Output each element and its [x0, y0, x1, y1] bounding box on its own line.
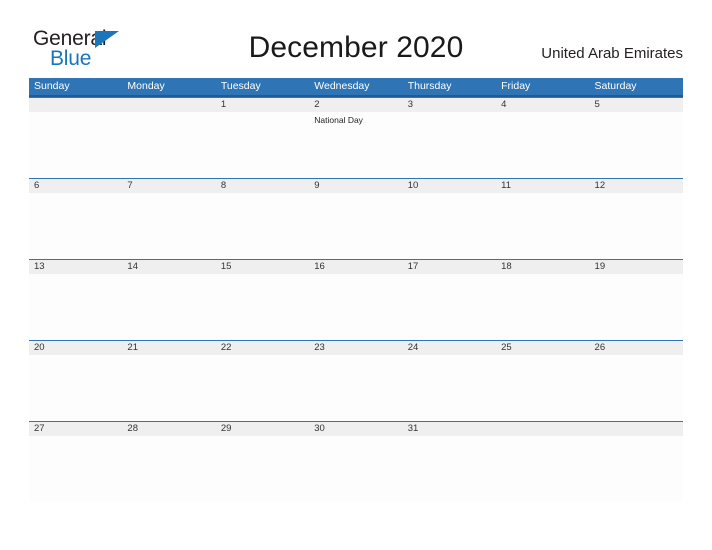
- day-number[interactable]: 24: [403, 341, 496, 355]
- day-event-cell[interactable]: [29, 436, 122, 502]
- week-event-row: [29, 436, 683, 502]
- event-label: National Day: [314, 115, 363, 125]
- day-event-cell[interactable]: [309, 274, 402, 340]
- page-header: General Blue December 2020 United Arab E…: [0, 0, 712, 78]
- week-date-band: 1 2 3 4 5: [29, 97, 683, 112]
- day-event-cell[interactable]: [29, 193, 122, 259]
- weekday-tuesday: Tuesday: [220, 80, 261, 92]
- week-event-row: [29, 274, 683, 340]
- week-date-band: 27 28 29 30 31: [29, 421, 683, 436]
- day-event-cell[interactable]: [590, 193, 683, 259]
- day-event-cell[interactable]: [403, 112, 496, 178]
- day-number[interactable]: 1: [216, 98, 309, 112]
- day-event-cell[interactable]: [122, 355, 215, 421]
- week-row: 27 28 29 30 31: [29, 421, 683, 502]
- week-row: 1 2 3 4 5 National Day: [29, 97, 683, 178]
- day-event-cell[interactable]: [122, 274, 215, 340]
- day-number[interactable]: 21: [122, 341, 215, 355]
- day-event-cell[interactable]: [403, 193, 496, 259]
- day-event-cell[interactable]: [496, 436, 589, 502]
- day-number[interactable]: [496, 422, 589, 436]
- day-event-cell[interactable]: [216, 112, 309, 178]
- day-number[interactable]: 19: [590, 260, 683, 274]
- day-number[interactable]: 3: [403, 98, 496, 112]
- day-number[interactable]: 15: [216, 260, 309, 274]
- weekday-thursday: Thursday: [407, 80, 452, 92]
- day-event-cell[interactable]: [29, 355, 122, 421]
- day-event-cell[interactable]: [122, 193, 215, 259]
- week-event-row: [29, 355, 683, 421]
- day-event-cell[interactable]: [496, 112, 589, 178]
- weekday-wednesday: Wednesday: [314, 80, 370, 92]
- day-event-cell[interactable]: [122, 436, 215, 502]
- day-number[interactable]: [590, 422, 683, 436]
- day-number[interactable]: 29: [216, 422, 309, 436]
- day-event-cell[interactable]: [309, 436, 402, 502]
- day-event-cell[interactable]: [590, 112, 683, 178]
- day-number[interactable]: 10: [403, 179, 496, 193]
- day-number[interactable]: 4: [496, 98, 589, 112]
- day-number[interactable]: 25: [496, 341, 589, 355]
- day-event-cell[interactable]: [496, 274, 589, 340]
- day-event-cell[interactable]: [29, 112, 122, 178]
- day-number[interactable]: 18: [496, 260, 589, 274]
- country-label: United Arab Emirates: [541, 45, 683, 62]
- weekday-friday: Friday: [501, 80, 531, 92]
- week-event-row: National Day: [29, 112, 683, 178]
- day-number[interactable]: 11: [496, 179, 589, 193]
- day-event-cell[interactable]: [403, 274, 496, 340]
- day-number[interactable]: 27: [29, 422, 122, 436]
- day-number[interactable]: 14: [122, 260, 215, 274]
- day-number[interactable]: 30: [309, 422, 402, 436]
- day-number[interactable]: 9: [309, 179, 402, 193]
- day-number[interactable]: 12: [590, 179, 683, 193]
- day-event-cell[interactable]: [496, 193, 589, 259]
- day-event-cell[interactable]: [590, 355, 683, 421]
- week-row: 20 21 22 23 24 25 26: [29, 340, 683, 421]
- weekday-saturday: Saturday: [594, 80, 637, 92]
- day-number[interactable]: 26: [590, 341, 683, 355]
- day-event-cell[interactable]: National Day: [309, 112, 402, 178]
- day-event-cell[interactable]: [496, 355, 589, 421]
- day-event-cell[interactable]: [216, 193, 309, 259]
- day-number[interactable]: 7: [122, 179, 215, 193]
- day-number[interactable]: 20: [29, 341, 122, 355]
- day-event-cell[interactable]: [403, 355, 496, 421]
- weekday-sunday: Sunday: [34, 80, 70, 92]
- day-number[interactable]: 17: [403, 260, 496, 274]
- day-number[interactable]: [122, 98, 215, 112]
- day-event-cell[interactable]: [29, 274, 122, 340]
- day-number[interactable]: 5: [590, 98, 683, 112]
- day-number[interactable]: 2: [309, 98, 402, 112]
- day-event-cell[interactable]: [216, 274, 309, 340]
- day-event-cell[interactable]: [590, 436, 683, 502]
- week-row: 13 14 15 16 17 18 19: [29, 259, 683, 340]
- calendar-grid: Sunday Monday Tuesday Wednesday Thursday…: [29, 78, 683, 502]
- day-number[interactable]: [29, 98, 122, 112]
- day-event-cell[interactable]: [216, 355, 309, 421]
- day-number[interactable]: 31: [403, 422, 496, 436]
- weekday-monday: Monday: [127, 80, 165, 92]
- day-number[interactable]: 6: [29, 179, 122, 193]
- weekday-header-row: Sunday Monday Tuesday Wednesday Thursday…: [29, 78, 683, 97]
- week-row: 6 7 8 9 10 11 12: [29, 178, 683, 259]
- day-event-cell[interactable]: [309, 355, 402, 421]
- day-number[interactable]: 23: [309, 341, 402, 355]
- day-event-cell[interactable]: [122, 112, 215, 178]
- week-date-band: 13 14 15 16 17 18 19: [29, 259, 683, 274]
- week-date-band: 20 21 22 23 24 25 26: [29, 340, 683, 355]
- day-number[interactable]: 22: [216, 341, 309, 355]
- day-number[interactable]: 13: [29, 260, 122, 274]
- day-event-cell[interactable]: [309, 193, 402, 259]
- day-number[interactable]: 16: [309, 260, 402, 274]
- day-event-cell[interactable]: [403, 436, 496, 502]
- week-event-row: [29, 193, 683, 259]
- week-date-band: 6 7 8 9 10 11 12: [29, 178, 683, 193]
- day-event-cell[interactable]: [590, 274, 683, 340]
- day-number[interactable]: 28: [122, 422, 215, 436]
- day-number[interactable]: 8: [216, 179, 309, 193]
- day-event-cell[interactable]: [216, 436, 309, 502]
